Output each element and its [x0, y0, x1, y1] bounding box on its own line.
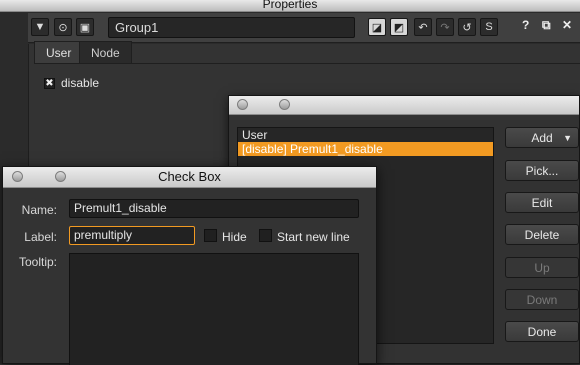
close-panel-icon[interactable]: ✕: [562, 18, 572, 32]
check-box-dialog: Check Box Name: Premult1_disable Label: …: [2, 166, 377, 365]
pick-button[interactable]: Pick...: [505, 160, 579, 181]
node-toolbar: ▼ ⊙ ▣ Group1 ◪ ◩ ↶ ↷ ↺ S ? ⧉ ✕: [28, 13, 580, 43]
tooltip-textarea[interactable]: [69, 253, 359, 365]
delete-button[interactable]: Delete: [505, 224, 579, 245]
revert-icon[interactable]: ↺: [458, 18, 476, 36]
close-window-button[interactable]: [237, 99, 248, 110]
disable-label: disable: [61, 76, 100, 90]
tab-user[interactable]: User: [34, 41, 84, 63]
tab-node[interactable]: Node: [79, 41, 132, 63]
hide-checkbox[interactable]: [204, 229, 217, 242]
node-name-field[interactable]: Group1: [108, 17, 355, 38]
knobs-dialog-titlebar[interactable]: [229, 96, 579, 115]
name-field[interactable]: Premult1_disable: [69, 199, 359, 218]
node-view-icon[interactable]: ⊙: [54, 18, 72, 36]
check-box-dialog-titlebar[interactable]: Check Box: [3, 167, 376, 188]
dropdown-arrow-icon: ▼: [563, 132, 572, 143]
edit-button[interactable]: Edit: [505, 192, 579, 213]
properties-titlebar[interactable]: Properties: [0, 0, 580, 12]
add-button[interactable]: Add ▼: [505, 127, 579, 148]
node-viewer-icon[interactable]: ▣: [76, 18, 94, 36]
done-button[interactable]: Done: [505, 321, 579, 342]
collapse-triangle-icon[interactable]: ▼: [31, 18, 49, 36]
dialog-title: Check Box: [158, 169, 221, 184]
checkmark-icon: ✖: [45, 77, 54, 89]
down-button: Down: [505, 289, 579, 310]
undo-icon[interactable]: ↶: [414, 18, 432, 36]
hide-label: Hide: [222, 230, 247, 244]
add-button-label: Add: [531, 130, 553, 145]
start-new-line-label: Start new line: [277, 230, 350, 244]
output-color-icon[interactable]: ◩: [390, 18, 408, 36]
disable-checkbox[interactable]: ✖: [44, 77, 55, 89]
window-title: Properties: [262, 0, 318, 11]
help-icon[interactable]: ?: [522, 18, 529, 32]
minimize-window-button[interactable]: [279, 99, 290, 110]
input-color-icon[interactable]: ◪: [368, 18, 386, 36]
label-label: Label:: [24, 230, 57, 244]
list-item[interactable]: User: [238, 128, 493, 142]
up-button: Up: [505, 257, 579, 278]
script-s-icon[interactable]: S: [480, 18, 498, 36]
disable-knob: ✖ disable: [44, 76, 99, 90]
label-field[interactable]: premultiply: [69, 226, 195, 245]
start-new-line-checkbox[interactable]: [259, 229, 272, 242]
redo-icon: ↷: [436, 18, 454, 36]
tooltip-label: Tooltip:: [18, 255, 57, 269]
name-label: Name:: [21, 203, 57, 217]
list-item-selected[interactable]: [disable] Premult1_disable: [238, 142, 493, 156]
float-window-icon[interactable]: ⧉: [542, 18, 551, 33]
